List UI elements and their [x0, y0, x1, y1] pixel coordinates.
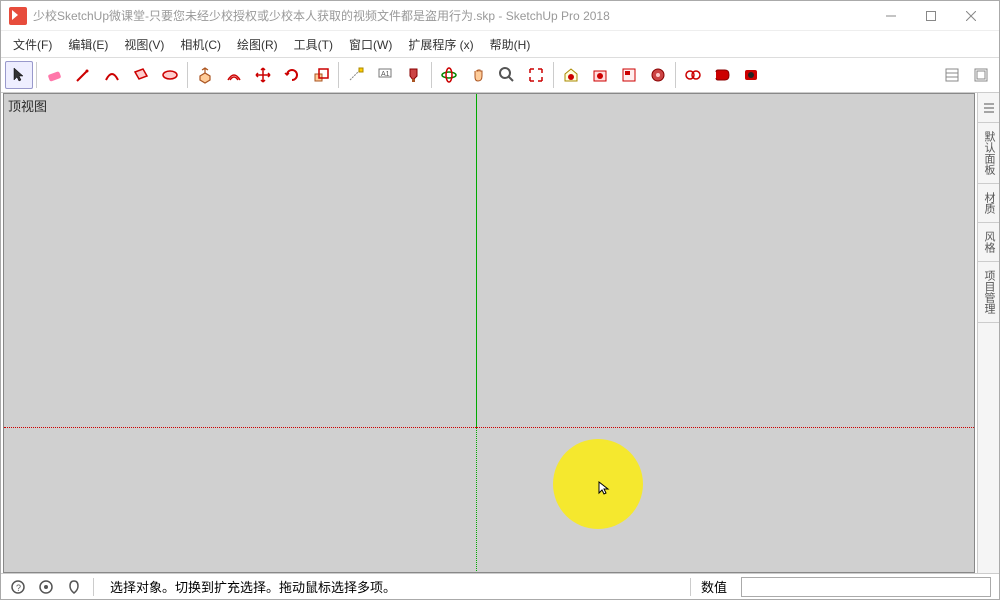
menu-view[interactable]: 视图(V) — [118, 33, 170, 56]
menu-help[interactable]: 帮助(H) — [484, 33, 537, 56]
close-button[interactable] — [951, 2, 991, 30]
plugin-tool-5[interactable] — [967, 61, 995, 89]
layout-tool[interactable] — [615, 61, 643, 89]
toolbar-separator — [553, 62, 554, 88]
maximize-button[interactable] — [911, 2, 951, 30]
toolbar-separator — [431, 62, 432, 88]
paint-tool[interactable] — [400, 61, 428, 89]
tape-tool[interactable] — [342, 61, 370, 89]
toolbar-separator — [36, 62, 37, 88]
warehouse-tool[interactable] — [557, 61, 585, 89]
viewport[interactable]: 顶视图 — [3, 93, 975, 573]
circle-tool[interactable] — [156, 61, 184, 89]
extension-warehouse-tool[interactable] — [586, 61, 614, 89]
plugin-tool-3[interactable] — [737, 61, 765, 89]
cursor-icon — [596, 480, 612, 496]
view-label: 顶视图 — [8, 96, 47, 115]
status-separator — [93, 578, 94, 596]
zoom-extents-tool[interactable] — [522, 61, 550, 89]
axis-red — [476, 427, 975, 428]
menu-file[interactable]: 文件(F) — [7, 33, 58, 56]
menu-draw[interactable]: 绘图(R) — [231, 33, 284, 56]
axis-green-negative — [476, 427, 477, 573]
help-icon[interactable]: ? — [9, 578, 27, 596]
eraser-tool[interactable] — [40, 61, 68, 89]
tray-tab-styles[interactable]: 风格 — [978, 223, 999, 262]
plugin-tool-1[interactable] — [679, 61, 707, 89]
menubar: 文件(F) 编辑(E) 视图(V) 相机(C) 绘图(R) 工具(T) 窗口(W… — [1, 31, 999, 57]
orbit-tool[interactable] — [435, 61, 463, 89]
rotate-tool[interactable] — [278, 61, 306, 89]
status-separator — [690, 578, 691, 596]
menu-edit[interactable]: 编辑(E) — [62, 33, 114, 56]
window-controls — [871, 2, 991, 30]
menu-tools[interactable]: 工具(T) — [288, 33, 339, 56]
geo-icon[interactable] — [65, 578, 83, 596]
text-tool[interactable]: A1 — [371, 61, 399, 89]
info-icon[interactable] — [37, 578, 55, 596]
extension-manager-tool[interactable] — [644, 61, 672, 89]
minimize-button[interactable] — [871, 2, 911, 30]
tray-panel: 默认面板 材质 风格 项目管理 — [977, 93, 999, 573]
app-window: 少校SketchUp微课堂-只要您未经少校授权或少校本人获取的视频文件都是盗用行… — [0, 0, 1000, 600]
offset-tool[interactable] — [220, 61, 248, 89]
workspace: 顶视图 默认面板 材质 风格 项目管理 — [1, 93, 999, 573]
menu-extensions[interactable]: 扩展程序 (x) — [402, 33, 479, 56]
svg-text:?: ? — [16, 583, 21, 593]
zoom-tool[interactable] — [493, 61, 521, 89]
measurement-label: 数值 — [701, 577, 731, 596]
toolbar-separator — [675, 62, 676, 88]
app-icon — [9, 7, 27, 25]
menu-camera[interactable]: 相机(C) — [174, 33, 227, 56]
arc-tool[interactable] — [98, 61, 126, 89]
tray-toggle-button[interactable] — [978, 93, 999, 123]
tray-tab-materials[interactable]: 材质 — [978, 184, 999, 223]
rectangle-tool[interactable] — [127, 61, 155, 89]
axis-green — [476, 94, 477, 427]
toolbar: A1 — [1, 57, 999, 93]
toolbar-separator — [187, 62, 188, 88]
move-tool[interactable] — [249, 61, 277, 89]
window-title: 少校SketchUp微课堂-只要您未经少校授权或少校本人获取的视频文件都是盗用行… — [33, 7, 871, 24]
tray-tab-default[interactable]: 默认面板 — [978, 123, 999, 184]
pushpull-tool[interactable] — [191, 61, 219, 89]
line-tool[interactable] — [69, 61, 97, 89]
plugin-tool-2[interactable] — [708, 61, 736, 89]
toolbar-separator — [338, 62, 339, 88]
tray-tab-project[interactable]: 项目管理 — [978, 262, 999, 323]
plugin-tool-4[interactable] — [938, 61, 966, 89]
titlebar: 少校SketchUp微课堂-只要您未经少校授权或少校本人获取的视频文件都是盗用行… — [1, 1, 999, 31]
menu-window[interactable]: 窗口(W) — [343, 33, 398, 56]
select-tool[interactable] — [5, 61, 33, 89]
status-message: 选择对象。切换到扩充选择。拖动鼠标选择多项。 — [104, 577, 680, 596]
pan-tool[interactable] — [464, 61, 492, 89]
statusbar: ? 选择对象。切换到扩充选择。拖动鼠标选择多项。 数值 — [1, 573, 999, 599]
axis-red-negative — [4, 427, 476, 428]
scale-tool[interactable] — [307, 61, 335, 89]
svg-text:A1: A1 — [381, 71, 390, 78]
measurement-input[interactable] — [741, 577, 991, 597]
